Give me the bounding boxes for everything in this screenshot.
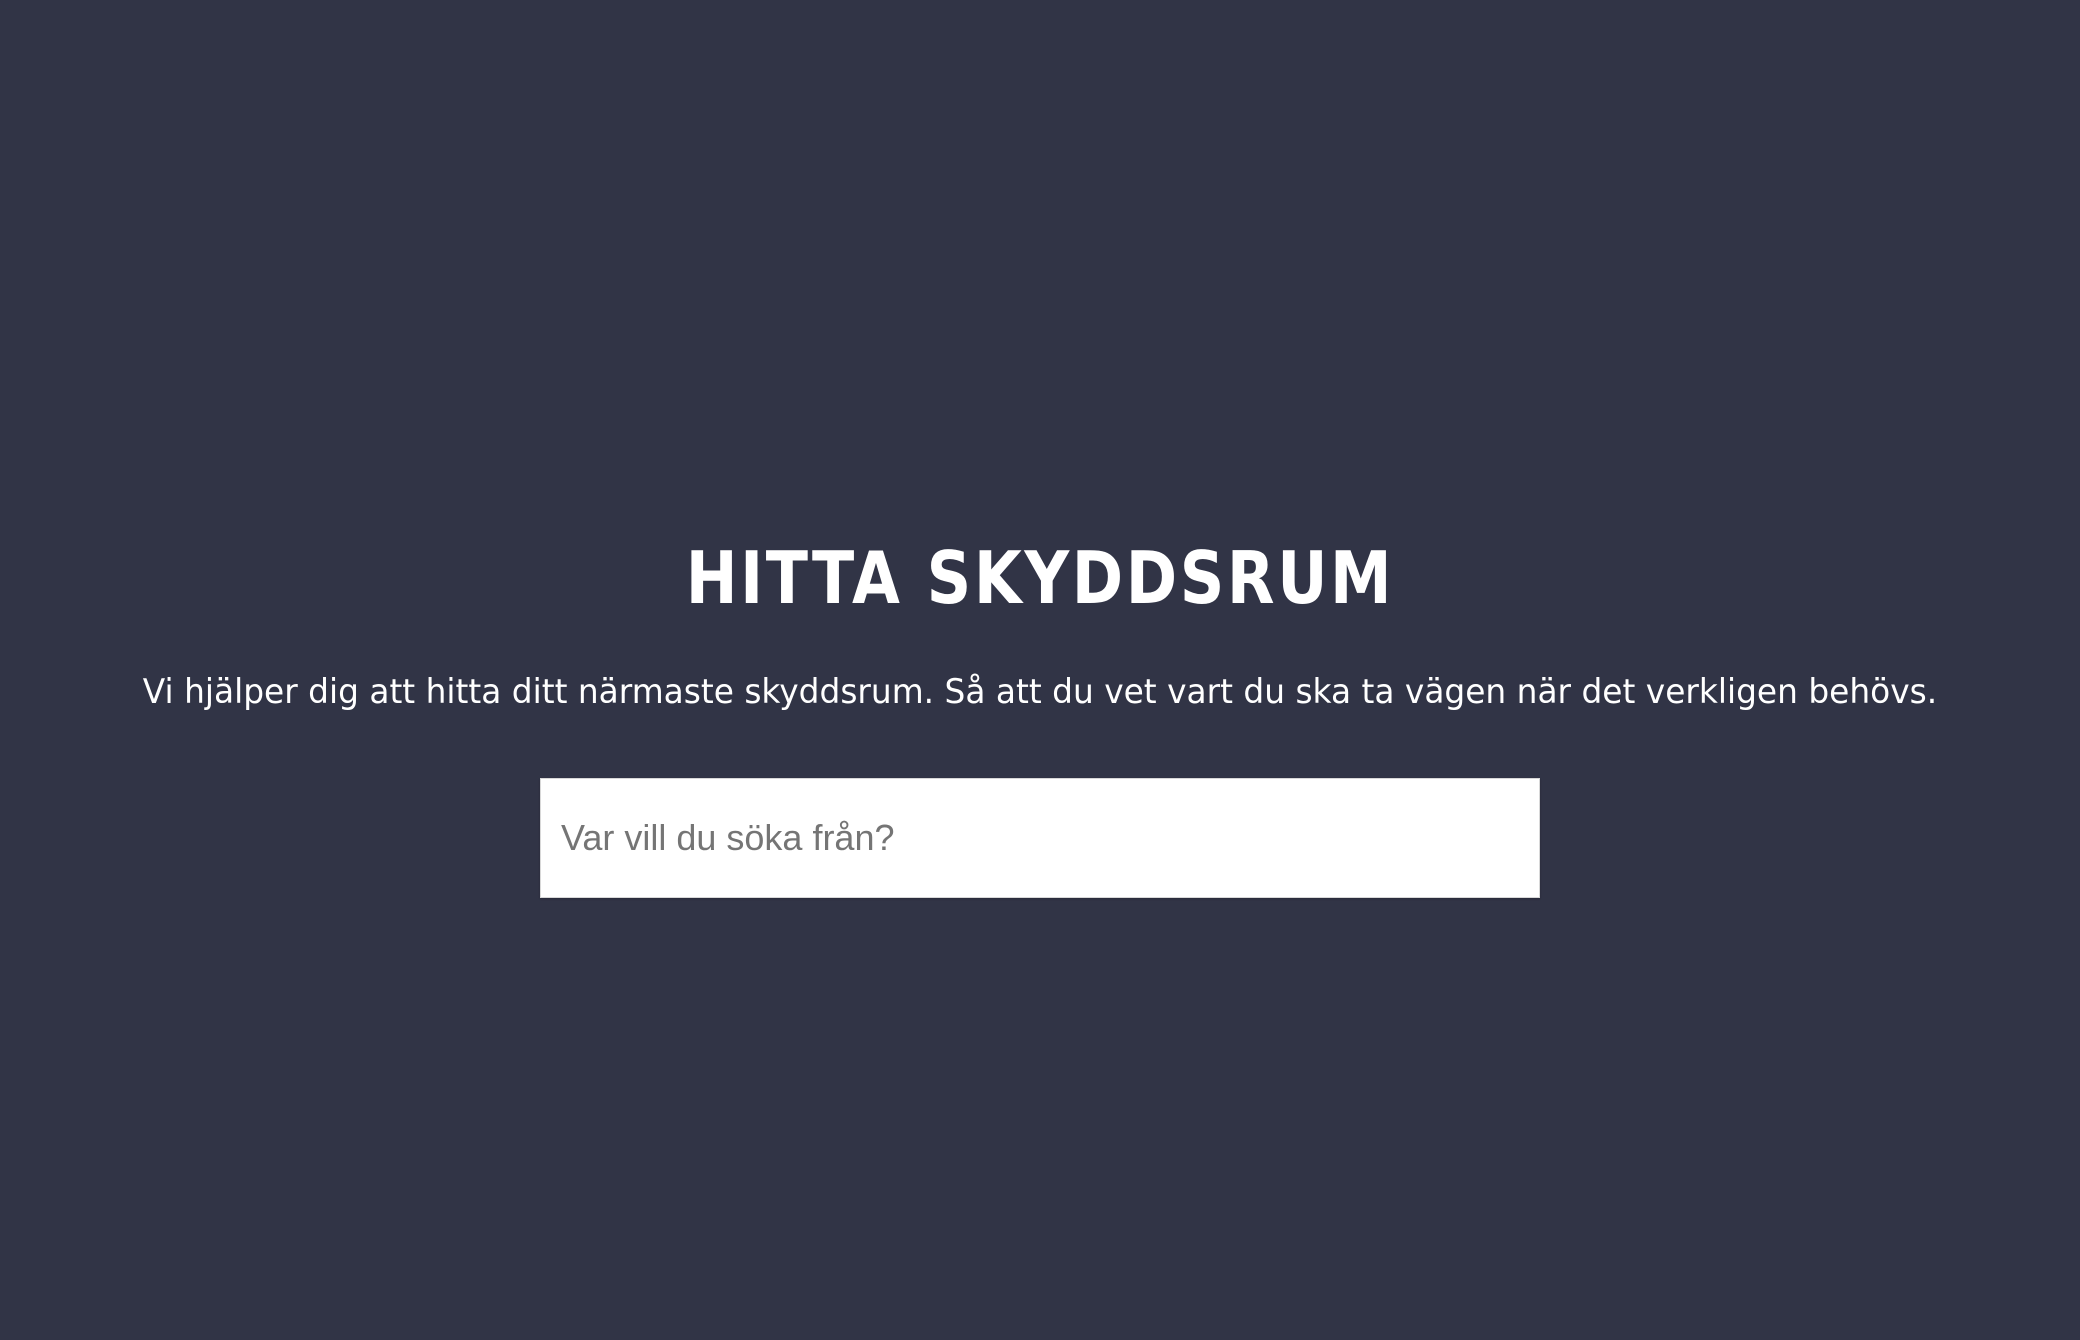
hero-section: HITTA SKYDDSRUM Vi hjälper dig att hitta… <box>0 0 2080 1340</box>
page-subtitle: Vi hjälper dig att hitta ditt närmaste s… <box>142 672 1938 712</box>
search-input[interactable] <box>541 779 1539 897</box>
search-box <box>540 778 1540 898</box>
page-title: HITTA SKYDDSRUM <box>685 536 1395 620</box>
